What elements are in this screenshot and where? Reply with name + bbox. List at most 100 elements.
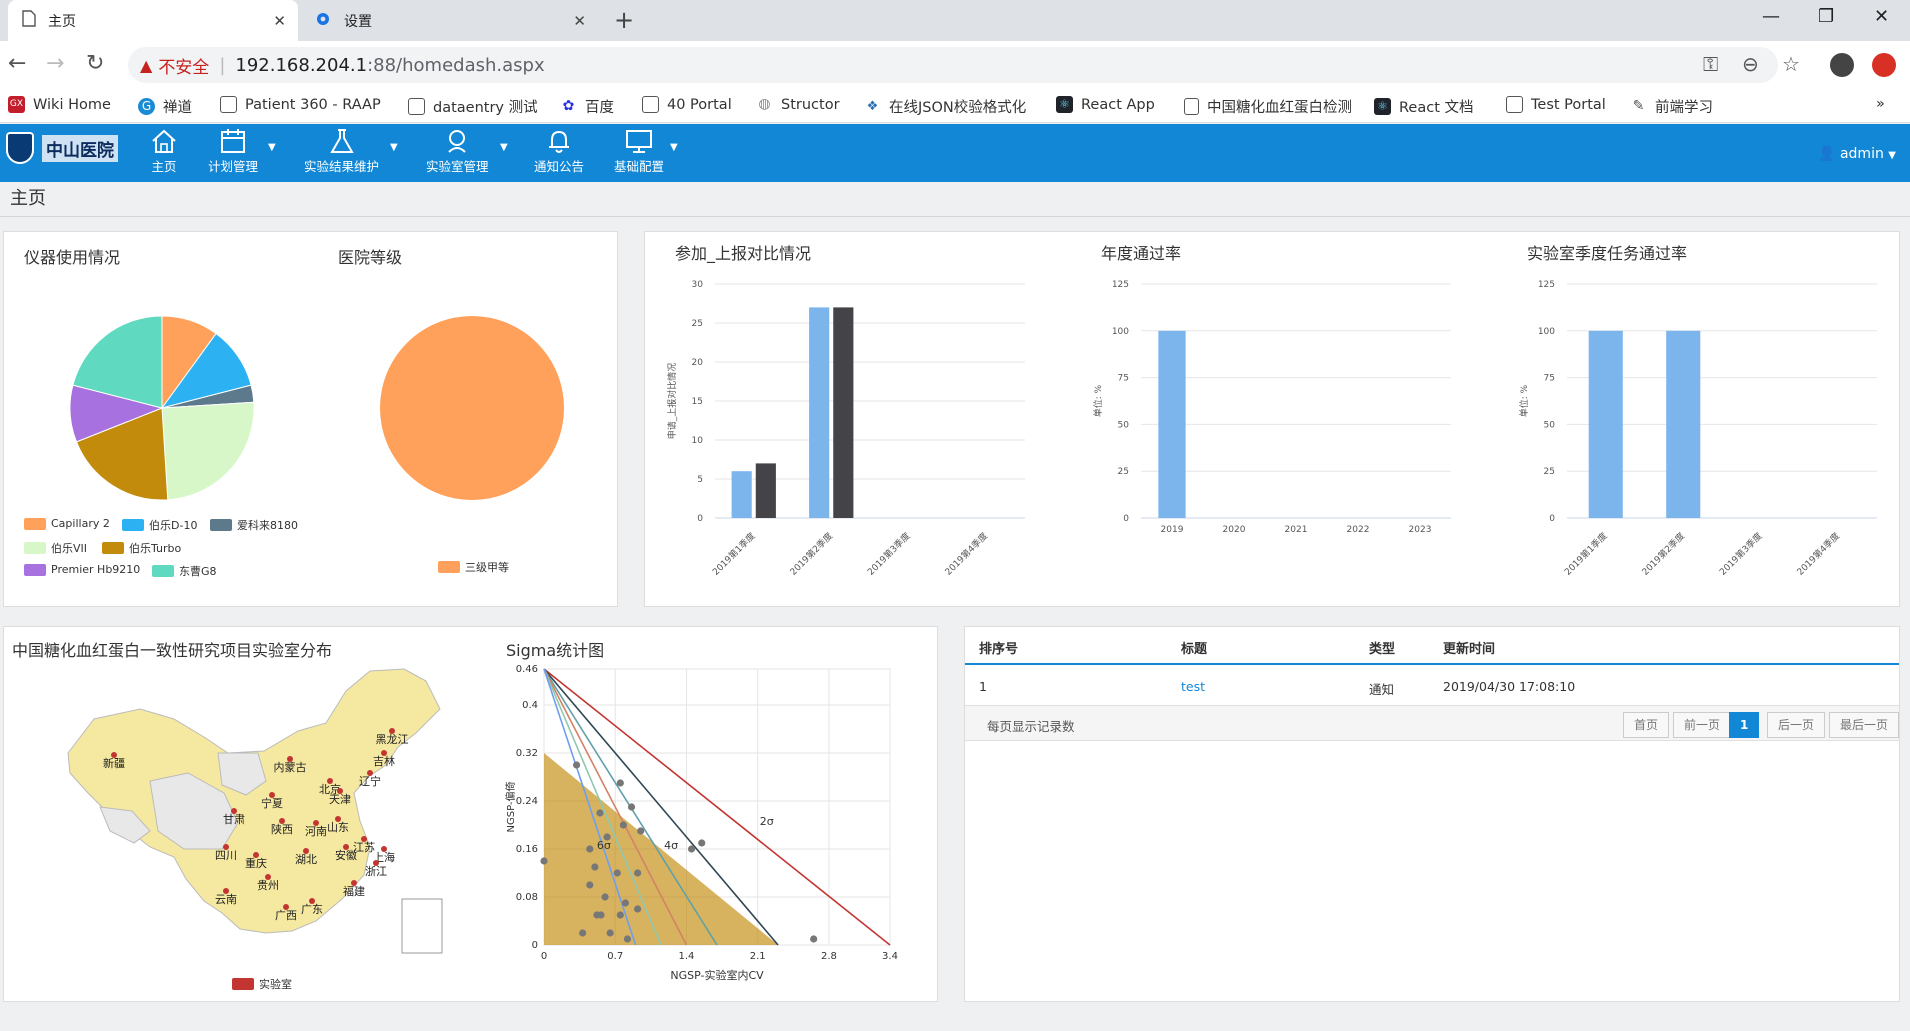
nav-item-lab[interactable]: 实验室管理 (426, 128, 489, 175)
bookmark-item[interactable]: dataentry 测试 (408, 96, 538, 117)
chevron-down-icon[interactable]: ▼ (390, 142, 398, 153)
bookmark-item[interactable]: ✿ 百度 (560, 96, 614, 117)
column-order[interactable]: 排序号 (979, 638, 1018, 657)
bookmark-item[interactable]: Patient 360 - RAAP (220, 96, 381, 113)
prev-page-button[interactable]: 前一页 (1673, 712, 1732, 738)
next-page-button[interactable]: 后一页 (1767, 712, 1826, 738)
scatter-point[interactable] (637, 827, 645, 835)
scatter-point[interactable] (596, 809, 604, 817)
hospital-logo[interactable]: 中山医院 (6, 132, 118, 164)
legend-item[interactable]: 东曹G8 (152, 563, 217, 579)
scatter-point[interactable] (619, 821, 627, 829)
scatter-point[interactable] (810, 935, 818, 943)
legend-item[interactable]: Capillary 2 (24, 517, 110, 530)
browser-tab-home[interactable]: 主页 ✕ (8, 0, 298, 41)
page-1-button[interactable]: 1 (1729, 712, 1760, 738)
legend-swatch (122, 519, 144, 531)
scatter-point[interactable] (591, 863, 599, 871)
scatter-point[interactable] (586, 881, 594, 889)
user-menu[interactable]: 👤 admin ▼ (1818, 146, 1896, 162)
pie-slice[interactable] (380, 316, 564, 500)
bar[interactable] (1158, 330, 1186, 518)
scatter-point[interactable] (687, 845, 696, 853)
extension-icon[interactable] (1872, 53, 1896, 77)
zoom-icon[interactable]: ⊖ (1742, 52, 1759, 76)
legend-item[interactable]: 伯乐Turbo (102, 540, 181, 556)
scatter-point[interactable] (597, 911, 605, 919)
scatter-point[interactable] (698, 839, 706, 847)
table-row[interactable]: 1 test 通知 2019/04/30 17:08:10 (965, 667, 1899, 705)
column-title[interactable]: 标题 (1181, 638, 1207, 657)
star-icon[interactable]: ☆ (1782, 52, 1800, 76)
reload-icon[interactable]: ↻ (86, 51, 104, 76)
back-icon[interactable]: ← (8, 51, 26, 76)
url-input[interactable]: ▲ 不安全 | 192.168.204.1:88/homedash.aspx (128, 47, 1778, 83)
close-tab-icon[interactable]: ✕ (273, 12, 286, 30)
pie-slice[interactable] (161, 401, 255, 501)
chevron-down-icon[interactable]: ▼ (670, 142, 678, 153)
bookmark-item[interactable]: ⚛ React 文档 (1374, 96, 1474, 117)
last-page-button[interactable]: 最后一页 (1829, 712, 1899, 738)
profile-icon[interactable] (1830, 53, 1854, 77)
forward-icon[interactable]: → (46, 51, 64, 76)
scatter-point[interactable] (586, 845, 594, 853)
chevron-down-icon[interactable]: ▼ (268, 142, 276, 153)
scatter-point[interactable] (540, 857, 548, 865)
bookmark-item[interactable]: G 禅道 (138, 96, 192, 117)
scatter-point[interactable] (634, 905, 642, 913)
province-label: 重庆 (245, 856, 267, 870)
first-page-button[interactable]: 首页 (1623, 712, 1670, 738)
y-tick-label: 20 (692, 358, 704, 368)
nav-item-results[interactable]: 实验结果维护 (304, 128, 379, 175)
scatter-point[interactable] (623, 935, 632, 943)
minimize-icon[interactable]: — (1762, 6, 1780, 27)
bar[interactable] (755, 463, 776, 518)
column-type[interactable]: 类型 (1369, 638, 1395, 657)
legend-item[interactable]: 伯乐VII (24, 540, 87, 556)
nav-item-plan[interactable]: 计划管理 (208, 128, 258, 175)
browser-tab-settings[interactable]: 设置 ✕ (300, 0, 598, 41)
scatter-point[interactable] (601, 893, 609, 901)
column-updated[interactable]: 更新时间 (1443, 638, 1495, 657)
close-tab-icon[interactable]: ✕ (573, 12, 586, 30)
scatter-point[interactable] (634, 869, 642, 877)
scatter-point[interactable] (572, 761, 581, 769)
new-tab-icon[interactable]: + (614, 6, 634, 34)
bookmarks-more-button[interactable]: » (1876, 96, 1885, 112)
nav-item-notice[interactable]: 通知公告 (534, 128, 584, 175)
bookmark-item[interactable]: ⚛ React App (1056, 96, 1155, 113)
bookmark-item[interactable]: Test Portal (1506, 96, 1606, 113)
bookmark-label: 百度 (585, 100, 614, 116)
legend-item[interactable]: 伯乐D-10 (122, 517, 197, 533)
bar[interactable] (1666, 330, 1701, 518)
maximize-icon[interactable]: ❐ (1818, 6, 1834, 27)
chevron-down-icon[interactable]: ▼ (500, 142, 508, 153)
scatter-point[interactable] (606, 929, 614, 937)
bar[interactable] (833, 307, 854, 518)
scatter-point[interactable] (627, 803, 636, 811)
bookmark-item[interactable]: ❖ 在线JSON校验格式化 (864, 96, 1027, 117)
bar[interactable] (809, 307, 830, 518)
cell-title-link[interactable]: test (1181, 679, 1205, 694)
scatter-point[interactable] (616, 911, 624, 919)
scatter-point[interactable] (616, 779, 624, 787)
key-icon[interactable]: ⚿ (1703, 52, 1718, 76)
legend-item[interactable]: 爱科来8180 (210, 517, 298, 533)
scatter-point[interactable] (579, 929, 587, 937)
bookmark-item[interactable]: ✎ 前端学习 (1630, 96, 1713, 117)
close-window-icon[interactable]: ✕ (1874, 6, 1889, 27)
bookmark-item[interactable]: 中国糖化血红蛋白检测 (1184, 96, 1352, 117)
rows-per-page-label: 每页显示记录数 (987, 719, 1075, 734)
bookmark-item[interactable]: 40 Portal (642, 96, 732, 113)
bookmark-item[interactable]: GX Wiki Home (8, 96, 111, 113)
bookmark-item[interactable]: ◍ Structor (756, 96, 839, 113)
nav-item-config[interactable]: 基础配置 (614, 128, 664, 175)
bar[interactable] (731, 471, 752, 518)
sigma-level-label: 4σ (664, 839, 678, 852)
y-tick-label: 100 (1538, 327, 1555, 337)
scatter-point[interactable] (621, 899, 630, 907)
scatter-point[interactable] (613, 869, 621, 877)
bar[interactable] (1588, 330, 1623, 518)
legend-item[interactable]: Premier Hb9210 (24, 563, 140, 576)
nav-item-home[interactable]: 主页 (150, 128, 178, 175)
